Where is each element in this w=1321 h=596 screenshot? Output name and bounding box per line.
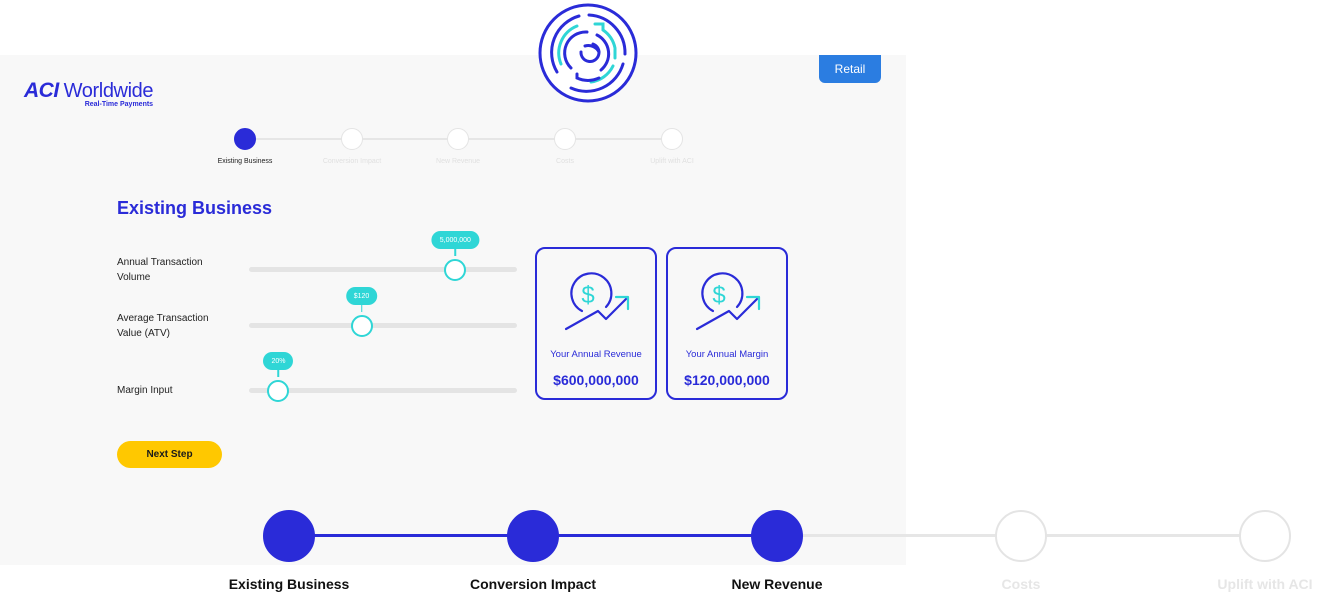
slider-label: Average Transaction Value (ATV) [117, 313, 209, 339]
mini-step-label: Uplift with ACI [650, 158, 694, 165]
svg-text:$: $ [712, 282, 725, 309]
card-value: $600,000,000 [553, 372, 639, 388]
mini-step-label: Existing Business [217, 158, 273, 165]
slider-value-bubble: 20% [263, 352, 294, 370]
step-existing-business[interactable]: Existing Business [189, 510, 389, 592]
revenue-growth-icon: $ [564, 272, 630, 331]
step-label: Uplift with ACI [1217, 576, 1313, 592]
step-costs[interactable]: Costs [921, 510, 1121, 592]
slider-bubble-stem [360, 304, 363, 312]
step-dot [507, 510, 559, 562]
margin-growth-icon: $ [695, 272, 761, 331]
slider-value-bubble: 5,000,000 [431, 231, 479, 249]
slider-thumb[interactable] [444, 258, 467, 281]
mini-step-existing-business[interactable]: Existing Business [205, 128, 285, 165]
slider-bubble-stem [277, 369, 280, 377]
mini-step-dot [447, 128, 469, 150]
step-label: Costs [1001, 576, 1041, 592]
slider-track[interactable]: 20% [249, 352, 517, 402]
mini-step-new-revenue[interactable]: New Revenue [418, 128, 498, 165]
annual-revenue-card: $ Your Annual Revenue $600,000,000 [535, 247, 657, 400]
logo-tagline: Real-Time Payments [84, 101, 154, 108]
step-conversion-impact[interactable]: Conversion Impact [433, 510, 633, 592]
mini-step-dot [234, 128, 256, 150]
card-label: Your Annual Revenue [550, 349, 642, 360]
next-step-button[interactable]: Next Step [117, 441, 222, 468]
slider-value-bubble: $120 [345, 287, 378, 305]
slider-track[interactable]: 5,000,000 [249, 231, 517, 281]
card-value: $120,000,000 [684, 372, 770, 388]
mini-progress-stepper: Existing Business Conversion Impact New … [205, 128, 725, 168]
step-uplift-with-aci[interactable]: Uplift with ACI [1165, 510, 1321, 592]
logo-name: Worldwide [63, 80, 154, 102]
slider-label: Annual Transaction Volume [117, 257, 203, 283]
annual-margin-card: $ Your Annual Margin $120,000,000 [666, 247, 788, 400]
mini-step-dot [661, 128, 683, 150]
main-progress-stepper: Existing Business Conversion Impact New … [0, 508, 1321, 596]
mini-step-dot [341, 128, 363, 150]
slider-bubble-stem [454, 248, 457, 256]
step-dot [1239, 510, 1291, 562]
aci-worldwide-logo: ACI Worldwide Real-Time Payments [24, 79, 154, 108]
step-label: Existing Business [228, 576, 350, 592]
step-dot [751, 510, 803, 562]
card-label: Your Annual Margin [685, 349, 769, 360]
section-title: Existing Business [117, 198, 273, 218]
retail-segment-button[interactable]: Retail [819, 55, 881, 83]
mini-step-conversion-impact[interactable]: Conversion Impact [312, 128, 392, 165]
step-new-revenue[interactable]: New Revenue [677, 510, 877, 592]
maze-logo-icon [538, 3, 638, 103]
svg-text:$: $ [581, 282, 594, 309]
mini-step-dot [554, 128, 576, 150]
step-dot [995, 510, 1047, 562]
step-label: Conversion Impact [469, 576, 597, 592]
mini-step-costs[interactable]: Costs [525, 128, 605, 165]
mini-step-label: Costs [556, 158, 574, 165]
mini-step-uplift-with-aci[interactable]: Uplift with ACI [632, 128, 712, 165]
mini-step-label: Conversion Impact [322, 158, 382, 165]
step-label: New Revenue [731, 576, 823, 592]
slider-label: Margin Input [117, 385, 173, 396]
step-dot [263, 510, 315, 562]
mini-step-label: New Revenue [436, 158, 480, 165]
slider-track[interactable]: $120 [249, 287, 517, 337]
logo-brand: ACI [24, 79, 59, 102]
slider-thumb[interactable] [267, 379, 290, 402]
slider-thumb[interactable] [350, 314, 373, 337]
